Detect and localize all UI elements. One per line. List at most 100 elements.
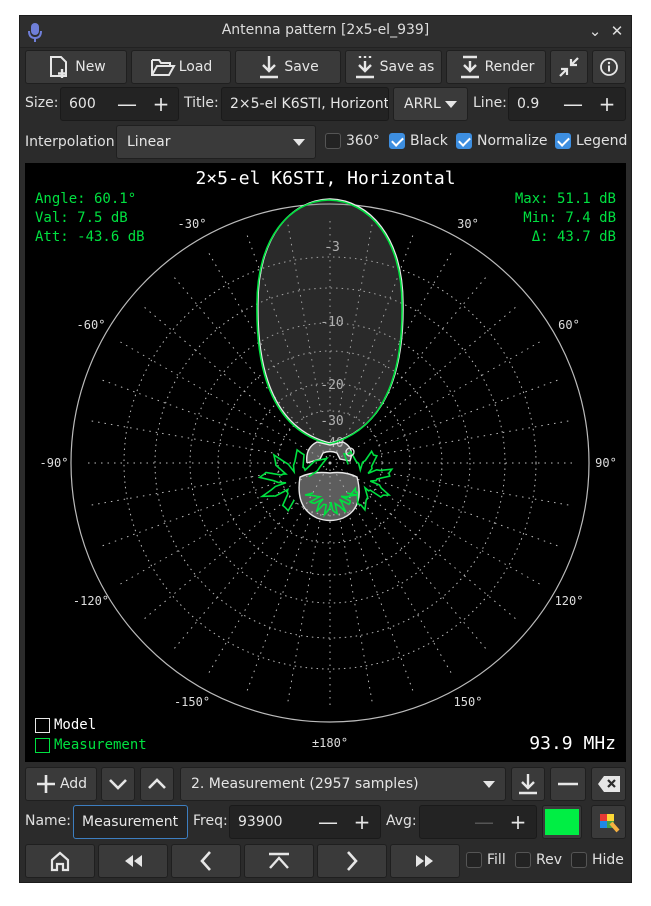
collapse-icon xyxy=(559,57,579,77)
freq-decrement-button[interactable]: — xyxy=(317,811,339,833)
render-icon xyxy=(460,55,479,79)
first-button[interactable] xyxy=(244,844,314,878)
hide-label: Hide xyxy=(592,852,624,868)
legend-model: Model xyxy=(35,717,96,733)
new-button[interactable]: New xyxy=(25,50,127,84)
info-button[interactable] xyxy=(592,50,626,84)
palette-button[interactable] xyxy=(591,805,626,839)
render-label: Render xyxy=(484,59,535,75)
grid-spoke xyxy=(99,378,282,446)
palette-icon xyxy=(599,814,620,833)
chevron-down-icon xyxy=(483,781,495,788)
avg-label: Avg: xyxy=(386,813,417,829)
grid-spoke xyxy=(88,471,279,507)
normalize-checkbox[interactable]: Normalize xyxy=(456,133,548,149)
rewind-icon xyxy=(125,855,142,867)
backspace-icon xyxy=(597,776,620,792)
fill-checkbox[interactable]: Fill xyxy=(466,852,506,868)
freq-label: Freq: xyxy=(193,813,228,829)
render-button[interactable]: Render xyxy=(446,50,546,84)
add-label: Add xyxy=(59,776,88,792)
fast-forward-button[interactable] xyxy=(390,844,460,878)
interpolation-select[interactable]: Linear xyxy=(116,125,316,159)
chevron-down-icon xyxy=(109,779,127,790)
grid-spoke xyxy=(381,419,572,455)
model-swatch xyxy=(35,717,50,733)
avg-increment-button[interactable]: + xyxy=(507,811,529,833)
name-field[interactable]: Measurement xyxy=(73,805,188,839)
dataset-select[interactable]: 2. Measurement (2957 samples) xyxy=(180,767,506,801)
dataset-value: 2. Measurement (2957 samples) xyxy=(191,776,419,792)
next-icon xyxy=(347,851,358,871)
title-field[interactable]: 2×5-el K6STI, Horizontal xyxy=(221,87,389,121)
polar-plot-svg: 30° 60° 90° 120° 150° ±180° -150° -120° -90° -60°… xyxy=(40,198,617,750)
stats-readout: Max: 51.1 dB Min: 7.4 dB Δ: 43.7 dB xyxy=(515,190,616,247)
polar-plot[interactable]: 30° 60° 90° 120° 150° ±180° -150° -120° -90° -60°… xyxy=(25,163,626,762)
line-decrement-button[interactable]: — xyxy=(562,93,584,115)
legend-box xyxy=(555,133,571,149)
prev-icon xyxy=(200,851,211,871)
fast-forward-icon xyxy=(416,855,433,867)
grid-spoke xyxy=(378,480,561,548)
size-increment-button[interactable]: + xyxy=(150,93,172,115)
main-window: Antenna pattern [2x5-el_939] ⌄ ✕ New Loa… xyxy=(19,15,632,883)
avg-decrement-button[interactable]: — xyxy=(473,811,495,833)
grid-spoke xyxy=(88,419,279,455)
home-button[interactable] xyxy=(25,844,95,878)
info-icon xyxy=(600,58,618,76)
line-increment-button[interactable]: + xyxy=(596,93,618,115)
load-button[interactable]: Load xyxy=(131,50,231,84)
angle-label: -30° xyxy=(178,217,207,231)
fill-box xyxy=(466,852,482,868)
legend-measurement-label: Measurement xyxy=(54,737,147,753)
add-button[interactable]: Add xyxy=(25,767,97,801)
angle-label: 120° xyxy=(555,594,584,608)
rewind-button[interactable] xyxy=(98,844,168,878)
minus-icon xyxy=(558,782,578,786)
normalize-box xyxy=(456,133,472,149)
clear-button[interactable] xyxy=(591,767,626,801)
black-checkbox[interactable]: Black xyxy=(389,133,448,149)
save-button[interactable]: Save xyxy=(235,50,341,84)
grid-spoke xyxy=(378,378,561,446)
save-as-icon xyxy=(355,56,374,79)
normalize-label: Normalize xyxy=(477,133,548,149)
size-decrement-button[interactable]: — xyxy=(116,93,138,115)
hide-box xyxy=(571,852,587,868)
max-readout: Max: 51.1 dB xyxy=(514,191,616,207)
deg360-checkbox[interactable]: 360° xyxy=(325,133,380,149)
move-down-button[interactable] xyxy=(101,767,135,801)
grid-spoke xyxy=(117,462,331,586)
rev-box xyxy=(515,852,531,868)
save-as-label: Save as xyxy=(379,59,435,75)
window-title: Antenna pattern [2x5-el_939] xyxy=(221,22,430,38)
size-value: 600 xyxy=(69,96,96,112)
collapse-button[interactable] xyxy=(550,50,588,84)
chevron-down-icon xyxy=(293,139,305,146)
dataset-save-button[interactable] xyxy=(511,767,545,801)
move-up-button[interactable] xyxy=(140,767,174,801)
save-as-button[interactable]: Save as xyxy=(345,50,442,84)
color-button[interactable] xyxy=(542,805,582,839)
legend-label: Legend xyxy=(576,133,628,149)
legend-checkbox[interactable]: Legend xyxy=(555,133,627,149)
interpolation-value: Linear xyxy=(127,134,171,150)
remove-button[interactable] xyxy=(550,767,586,801)
next-button[interactable] xyxy=(317,844,387,878)
close-button[interactable]: ✕ xyxy=(608,22,626,40)
cursor-readout: Angle: 60.1° Val: 7.5 dB Att: -43.6 dB xyxy=(35,190,145,247)
freq-increment-button[interactable]: + xyxy=(351,811,373,833)
previous-button[interactable] xyxy=(171,844,241,878)
title-value: 2×5-el K6STI, Horizontal xyxy=(230,96,389,112)
minimize-button[interactable]: ⌄ xyxy=(586,22,604,40)
angle-label: -90° xyxy=(40,456,69,470)
title-label: Title: xyxy=(184,95,219,111)
scale-select[interactable]: ARRL xyxy=(393,87,468,121)
download-icon xyxy=(519,774,537,795)
rev-checkbox[interactable]: Rev xyxy=(515,852,562,868)
legend-model-label: Model xyxy=(54,717,97,733)
hide-checkbox[interactable]: Hide xyxy=(571,852,624,868)
save-label: Save xyxy=(284,59,319,75)
angle-label: 30° xyxy=(457,217,479,231)
angle-label: 90° xyxy=(595,456,617,470)
